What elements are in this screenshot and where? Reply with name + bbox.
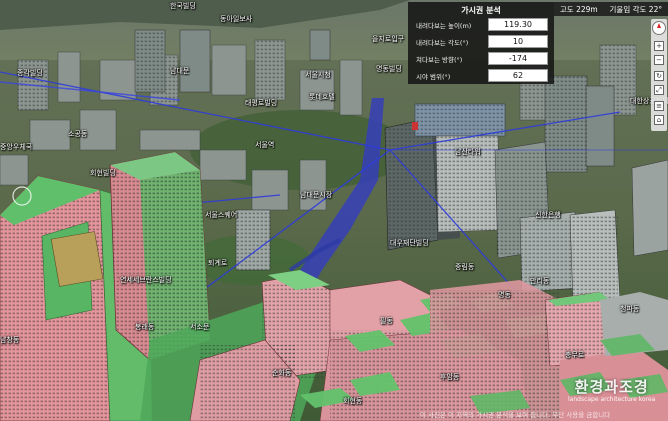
map-label: 동아일보사 xyxy=(220,15,253,23)
map-label: 한국빌딩 xyxy=(170,2,196,10)
tilt-input[interactable]: 10 xyxy=(488,35,548,48)
map-label: 필동 xyxy=(380,317,393,325)
map-label: 서소문 xyxy=(190,323,210,331)
watermark-logo: 환경과조경 landscape architecture korea xyxy=(568,376,655,403)
camera-status-bar: 고도 229m 기울임 각도 22° xyxy=(554,2,668,16)
navigation-toolbar: + − ↻ ⤢ ≡ ⌂ xyxy=(651,19,667,131)
map-label: 연세세브란스빌딩 xyxy=(120,276,172,284)
watermark-subtitle: landscape architecture korea xyxy=(568,396,656,403)
height-row: 내려다보는 높이(m) 119.30 xyxy=(408,16,554,33)
map-label: 종각빌딩 xyxy=(17,69,43,77)
map-label: 만리동 xyxy=(530,277,550,285)
map-label: 신한은행 xyxy=(535,211,561,219)
heading-label: 쳐다보는 방향(°) xyxy=(416,55,463,64)
rotate-icon[interactable]: ↻ xyxy=(654,71,664,81)
watermark-title: 환경과조경 xyxy=(574,378,649,396)
map-label: 서울시청 xyxy=(305,71,331,79)
map-label: 회현빌딩 xyxy=(90,169,116,177)
height-input[interactable]: 119.30 xyxy=(488,18,548,31)
zoom-out-icon[interactable]: − xyxy=(654,55,664,65)
map-label: 소공동 xyxy=(68,130,88,138)
map-label: 회현동 xyxy=(343,397,363,405)
map-label: 명동 xyxy=(498,291,511,299)
altitude-readout: 고도 229m xyxy=(559,4,598,14)
fov-label: 시야 범위(°) xyxy=(416,72,451,81)
map-label: 중앙우체국 xyxy=(0,143,33,151)
map-label: 충무로 xyxy=(565,351,585,359)
layers-icon[interactable]: ≡ xyxy=(654,101,664,111)
tilt-row: 내려다보는 각도(°) 10 xyxy=(408,33,554,50)
viewshed-analysis-panel: 가시권 분석 내려다보는 높이(m) 119.30 내려다보는 각도(°) 10… xyxy=(408,2,554,84)
reset-view-icon[interactable]: ⌂ xyxy=(654,115,664,125)
tilt-icon[interactable]: ⤢ xyxy=(654,85,664,95)
tilt-readout: 기울임 각도 22° xyxy=(609,4,663,14)
map-label: 대우재단빌딩 xyxy=(390,239,429,247)
panel-title: 가시권 분석 xyxy=(461,6,501,15)
map-label: 청파동 xyxy=(620,305,640,313)
map-label: 순화동 xyxy=(272,369,292,377)
map-label: 남창동 xyxy=(0,336,20,344)
map-label: 서울스퀘어 xyxy=(205,211,238,219)
map-label: 명동빌딩 xyxy=(376,65,402,73)
map-label: 남대문 xyxy=(170,67,190,75)
map-label: 을지로입구 xyxy=(372,35,405,43)
map-label: 중림동 xyxy=(455,263,475,271)
fov-input[interactable]: 62 xyxy=(488,69,548,82)
fov-row: 시야 범위(°) 62 xyxy=(408,67,554,84)
map-label: 롯데호텔 xyxy=(309,93,335,101)
map-label: 남산타워 xyxy=(455,148,481,156)
tilt-label: 내려다보는 각도(°) xyxy=(416,38,469,47)
map-label: 퇴계로 xyxy=(208,259,228,267)
map-label: 서울역 xyxy=(255,141,275,149)
map-label: 후암동 xyxy=(440,373,460,381)
heading-row: 쳐다보는 방향(°) -174 xyxy=(408,50,554,67)
map-label: 남대문시장 xyxy=(300,191,333,199)
footer-caption: 이 사진은 이 지역의 가시권 분석을 보여 줍니다. 무단 사용을 금합니다 xyxy=(420,411,611,419)
heading-input[interactable]: -174 xyxy=(488,52,548,65)
map-label: 봉래동 xyxy=(135,323,155,331)
map-label: 태평로빌딩 xyxy=(245,99,278,107)
height-label: 내려다보는 높이(m) xyxy=(416,21,472,30)
zoom-in-icon[interactable]: + xyxy=(654,41,664,51)
compass-icon[interactable] xyxy=(652,21,666,35)
